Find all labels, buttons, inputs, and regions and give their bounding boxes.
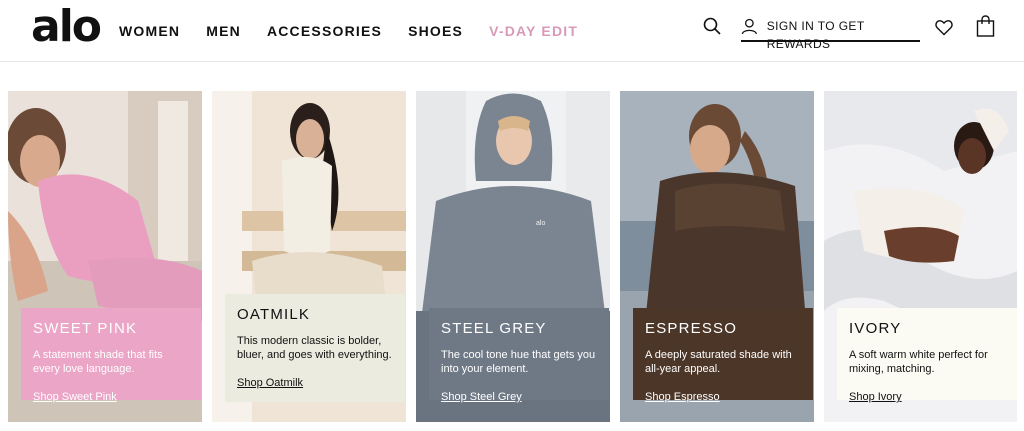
- card-info-panel: STEEL GREY The cool tone hue that gets y…: [429, 308, 609, 403]
- main-nav: WOMEN MEN ACCESSORIES SHOES V-DAY EDIT: [119, 22, 604, 40]
- svg-text:alo: alo: [536, 220, 545, 227]
- card-description: This modern classic is bolder, bluer, an…: [237, 335, 392, 361]
- card-info-panel: OATMILK This modern classic is bolder, b…: [225, 294, 405, 402]
- brand-logo[interactable]: alo: [31, 4, 102, 50]
- site-header: alo WOMEN MEN ACCESSORIES SHOES V-DAY ED…: [0, 0, 1024, 62]
- card-title: OATMILK: [237, 306, 311, 323]
- nav-item-women[interactable]: WOMEN: [119, 22, 180, 40]
- card-info-panel: SWEET PINK A statement shade that fits e…: [21, 308, 201, 403]
- collection-card-sweet-pink[interactable]: SWEET PINK A statement shade that fits e…: [8, 91, 202, 422]
- nav-item-shoes[interactable]: SHOES: [408, 22, 463, 40]
- card-description: A soft warm white perfect for mixing, ma…: [849, 349, 988, 375]
- card-description: The cool tone hue that gets you into you…: [441, 349, 596, 375]
- shop-ivory-link[interactable]: Shop Ivory: [849, 390, 1005, 404]
- collection-card-oatmilk[interactable]: OATMILK This modern classic is bolder, b…: [212, 91, 406, 422]
- shop-sweet-pink-link[interactable]: Shop Sweet Pink: [33, 390, 189, 404]
- shopping-bag-icon[interactable]: [976, 15, 995, 37]
- shop-steel-grey-link[interactable]: Shop Steel Grey: [441, 390, 597, 404]
- heart-icon[interactable]: [935, 19, 953, 36]
- shop-oatmilk-link[interactable]: Shop Oatmilk: [237, 376, 393, 390]
- card-title: ESPRESSO: [645, 320, 738, 337]
- nav-item-accessories[interactable]: ACCESSORIES: [267, 22, 382, 40]
- collection-card-steel-grey[interactable]: alo STEEL GREY The cool tone hue that ge…: [416, 91, 610, 422]
- card-title: STEEL GREY: [441, 320, 547, 337]
- nav-item-men[interactable]: MEN: [206, 22, 241, 40]
- card-title: IVORY: [849, 320, 902, 337]
- card-info-panel: ESPRESSO A deeply saturated shade with a…: [633, 308, 813, 403]
- card-description: A deeply saturated shade with all-year a…: [645, 349, 792, 375]
- collection-card-ivory[interactable]: IVORY A soft warm white perfect for mixi…: [824, 91, 1017, 422]
- nav-item-vday-edit[interactable]: V-DAY EDIT: [489, 22, 578, 40]
- card-title: SWEET PINK: [33, 320, 138, 337]
- search-icon[interactable]: [703, 17, 721, 35]
- shop-espresso-link[interactable]: Shop Espresso: [645, 390, 801, 404]
- card-description: A statement shade that fits every love l…: [33, 349, 163, 375]
- card-info-panel: IVORY A soft warm white perfect for mixi…: [837, 308, 1017, 403]
- collection-card-espresso[interactable]: ESPRESSO A deeply saturated shade with a…: [620, 91, 814, 422]
- sign-in-label: SIGN IN TO GET REWARDS: [766, 19, 865, 51]
- user-icon: [741, 18, 757, 35]
- sign-in-rewards-link[interactable]: SIGN IN TO GET REWARDS: [741, 17, 920, 51]
